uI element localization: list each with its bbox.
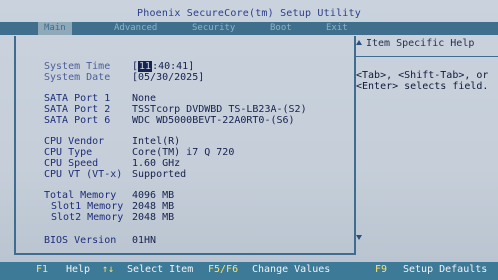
system-time-label: System Time	[44, 61, 111, 72]
help-panel: Item Specific Help <Tab>, <Shift-Tab>, o…	[354, 36, 498, 253]
setup-defaults-label: Setup Defaults	[403, 264, 488, 275]
bios-version-value: 01HN	[132, 235, 157, 246]
system-time-field[interactable]: [11:40:41]	[132, 61, 194, 72]
sata-port-6-value: WDC WD5000BEVT-22A0RT0-(S6)	[132, 115, 295, 126]
sata-port-2-label: SATA Port 2	[44, 104, 111, 115]
sata-port-1-label: SATA Port 1	[44, 93, 111, 104]
f1-key[interactable]: F1	[36, 264, 48, 275]
help-title: Item Specific Help	[366, 38, 475, 49]
arrow-updown-icon[interactable]: ↑↓	[102, 264, 114, 275]
sata-port-1-value: None	[132, 93, 157, 104]
slot1-memory-value: 2048 MB	[132, 201, 175, 212]
help-divider	[356, 56, 498, 57]
system-time-hour[interactable]: 11	[138, 61, 153, 72]
tab-advanced[interactable]: Advanced	[114, 22, 157, 35]
cpu-vt-label: CPU VT (VT-x)	[44, 169, 123, 180]
f9-key[interactable]: F9	[375, 264, 387, 275]
system-date-field[interactable]: [05/30/2025]	[132, 72, 204, 83]
f5-f6-key[interactable]: F5/F6	[208, 264, 238, 275]
help-line-1: <Tab>, <Shift-Tab>, or	[356, 70, 489, 81]
total-memory-value: 4096 MB	[132, 190, 175, 201]
select-item-label: Select Item	[127, 264, 194, 275]
setup-title: Phoenix SecureCore(tm) Setup Utility	[137, 8, 361, 19]
total-memory-label: Total Memory	[44, 190, 117, 201]
cpu-type-label: CPU Type	[44, 147, 93, 158]
tab-boot[interactable]: Boot	[270, 22, 292, 35]
key-help-bar: F1 Help ↑↓ Select Item F5/F6 Change Valu…	[0, 262, 498, 280]
slot1-memory-label: Slot1 Memory	[51, 201, 124, 212]
help-line-2: <Enter> selects field.	[356, 81, 489, 92]
cpu-type-value: Core(TM) i7 Q 720	[132, 147, 235, 158]
tab-main[interactable]: Main	[38, 22, 72, 35]
tab-exit[interactable]: Exit	[326, 22, 348, 35]
bios-screen: Phoenix SecureCore(tm) Setup Utility Mai…	[0, 0, 498, 280]
cpu-vendor-value: Intel(R)	[132, 136, 181, 147]
system-date-label: System Date	[44, 72, 111, 83]
tab-security[interactable]: Security	[192, 22, 235, 35]
cpu-speed-value: 1.60 GHz	[132, 158, 181, 169]
change-values-label: Change Values	[252, 264, 331, 275]
slot2-memory-label: Slot2 Memory	[51, 212, 124, 223]
slot2-memory-value: 2048 MB	[132, 212, 175, 223]
sata-port-2-value: TSSTcorp DVDWBD TS-LB23A-(S2)	[132, 104, 307, 115]
f1-help-label: Help	[66, 264, 91, 275]
sata-port-6-label: SATA Port 6	[44, 115, 111, 126]
system-time-rest: :40:41]	[152, 61, 195, 72]
tab-bar: Main Advanced Security Boot Exit	[0, 22, 498, 35]
cpu-vt-value: Supported	[132, 169, 187, 180]
bios-version-label: BIOS Version	[44, 235, 117, 246]
cpu-vendor-label: CPU Vendor	[44, 136, 105, 147]
cpu-speed-label: CPU Speed	[44, 158, 99, 169]
